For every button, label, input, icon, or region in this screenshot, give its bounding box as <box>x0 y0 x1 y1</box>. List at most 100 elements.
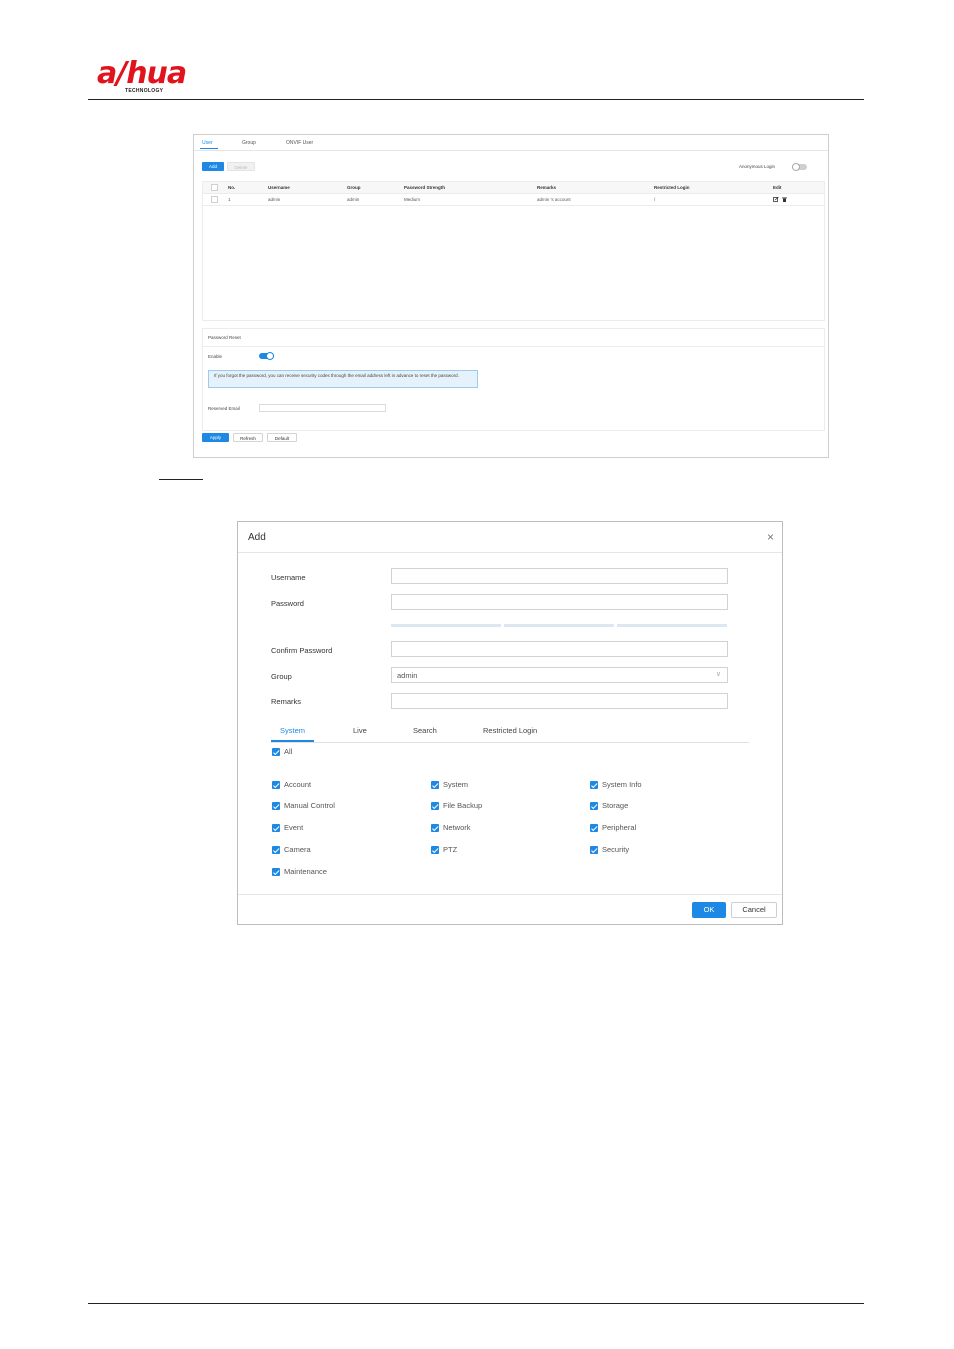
user-tabs: User Group ONVIF User <box>194 135 828 151</box>
col-no: No. <box>228 185 236 190</box>
password-reset-toggle[interactable] <box>259 352 274 360</box>
permission-label: Manual Control <box>284 801 335 810</box>
permission-label: Security <box>602 845 630 854</box>
remarks-label: Remarks <box>271 697 302 706</box>
close-icon[interactable]: × <box>767 531 774 543</box>
permission-label: Account <box>284 780 312 789</box>
permission-label: Maintenance <box>284 867 327 876</box>
permission-label: Storage <box>602 801 629 810</box>
tab-search[interactable]: Search <box>413 726 437 735</box>
tab-live[interactable]: Live <box>353 726 367 735</box>
username-input[interactable] <box>391 568 728 584</box>
reserved-email-input[interactable] <box>259 404 386 412</box>
permission-label: Camera <box>284 845 311 854</box>
username-label: Username <box>271 573 306 582</box>
edit-icon[interactable] <box>773 197 779 202</box>
permission-tabs: System Live Search Restricted Login <box>271 720 749 743</box>
permission-label: PTZ <box>443 845 458 854</box>
tab-active-indicator <box>271 740 314 742</box>
default-button[interactable]: Default <box>267 433 297 442</box>
apply-button[interactable]: Apply <box>202 433 229 442</box>
strength-bar-low <box>391 624 501 627</box>
system-checkbox[interactable] <box>431 781 439 789</box>
cell-strength: Medium <box>404 197 421 202</box>
password-reset-hint: If you forgot the password, you can rece… <box>208 370 478 388</box>
logo-wordmark: a/hua <box>97 56 187 91</box>
group-select-value: admin <box>397 671 418 680</box>
chevron-down-icon: ∨ <box>715 671 721 678</box>
cell-restricted: / <box>654 197 656 202</box>
col-password-strength: Password Strength <box>404 185 446 190</box>
col-edit: Edit <box>773 185 782 190</box>
event-checkbox[interactable] <box>272 824 280 832</box>
network-checkbox[interactable] <box>431 824 439 832</box>
delete-button[interactable]: Delete <box>227 162 255 171</box>
col-username: Username <box>268 185 290 190</box>
permission-label: Network <box>443 823 471 832</box>
ok-button[interactable]: OK <box>692 902 726 918</box>
tab-restricted-login[interactable]: Restricted Login <box>483 726 537 735</box>
logo-tagline: TECHNOLOGY <box>125 88 164 94</box>
confirm-password-label: Confirm Password <box>271 646 333 655</box>
security-checkbox[interactable] <box>590 846 598 854</box>
strength-bar-medium <box>504 624 614 627</box>
password-reset-title: Password Reset <box>208 335 241 340</box>
all-checkbox[interactable] <box>272 748 280 756</box>
dahua-logo: a/hua TECHNOLOGY <box>97 58 207 98</box>
cancel-button[interactable]: Cancel <box>731 902 777 918</box>
permission-label: File Backup <box>443 801 483 810</box>
user-management-screenshot: User Group ONVIF User Add Delete Anonymo… <box>193 134 829 458</box>
remarks-input[interactable] <box>391 693 728 709</box>
add-button[interactable]: Add <box>202 162 224 171</box>
anonymous-login-toggle[interactable] <box>792 163 807 171</box>
tab-system[interactable]: System <box>280 726 305 735</box>
row-checkbox[interactable] <box>211 196 218 203</box>
col-remarks: Remarks <box>537 185 557 190</box>
password-reset-header: Password Reset <box>203 329 824 347</box>
permission-label: System Info <box>602 780 642 789</box>
permission-label: Event <box>284 823 304 832</box>
tab-onvif-user[interactable]: ONVIF User <box>286 140 313 146</box>
select-all-checkbox[interactable] <box>211 184 218 191</box>
confirm-password-input[interactable] <box>391 641 728 657</box>
tab-group[interactable]: Group <box>242 140 256 146</box>
password-input[interactable] <box>391 594 728 610</box>
group-label: Group <box>271 672 292 681</box>
reserved-email-label: Reserved Email <box>208 406 240 411</box>
cell-remarks: admin 's account <box>537 197 571 202</box>
user-table: No. Username Group Password Strength Rem… <box>202 181 825 321</box>
ptz-checkbox[interactable] <box>431 846 439 854</box>
cell-username: admin <box>268 197 281 202</box>
account-checkbox[interactable] <box>272 781 280 789</box>
enable-label: Enable <box>208 354 223 359</box>
cell-group: admin <box>347 197 360 202</box>
password-label: Password <box>271 599 304 608</box>
permission-label: System <box>443 780 469 789</box>
step-underline <box>159 479 203 480</box>
delete-icon[interactable] <box>782 197 787 202</box>
cell-no: 1 <box>228 197 231 202</box>
header-divider <box>88 99 864 100</box>
table-row: 1 admin admin Medium admin 's account / <box>203 194 824 206</box>
tab-active-indicator <box>200 148 218 149</box>
col-restricted-login: Restricted Login <box>654 185 690 190</box>
peripheral-checkbox[interactable] <box>590 824 598 832</box>
dialog-title: Add <box>248 532 266 543</box>
manual-control-checkbox[interactable] <box>272 802 280 810</box>
password-reset-panel: Password Reset Enable If you forgot the … <box>202 328 825 431</box>
col-group: Group <box>347 185 361 190</box>
system-info-checkbox[interactable] <box>590 781 598 789</box>
refresh-button[interactable]: Refresh <box>233 433 263 442</box>
maintenance-checkbox[interactable] <box>272 868 280 876</box>
footer-divider <box>88 1303 864 1304</box>
permission-label: Peripheral <box>602 823 637 832</box>
dialog-footer-divider <box>238 894 782 895</box>
tab-user[interactable]: User <box>202 140 213 146</box>
all-label: All <box>284 747 293 756</box>
group-select[interactable]: admin ∨ <box>391 667 728 683</box>
camera-checkbox[interactable] <box>272 846 280 854</box>
file-backup-checkbox[interactable] <box>431 802 439 810</box>
table-header: No. Username Group Password Strength Rem… <box>203 182 824 194</box>
anonymous-login-label: Anonymous Login <box>739 164 776 169</box>
storage-checkbox[interactable] <box>590 802 598 810</box>
